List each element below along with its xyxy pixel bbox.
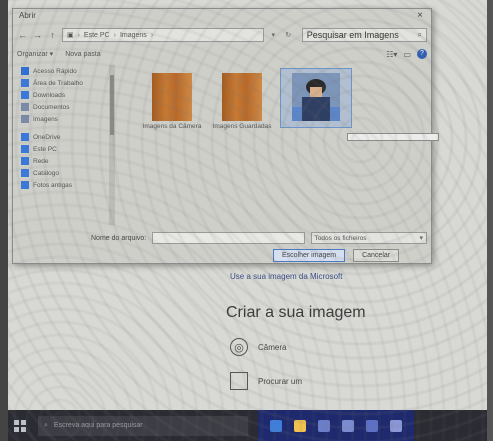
sidebar-item-label: Rede: [33, 157, 49, 165]
file-label: Imagens da Câmera: [142, 123, 202, 130]
sidebar-item[interactable]: Fotos antigas: [17, 179, 112, 191]
sidebar-item[interactable]: Imagens: [17, 113, 112, 125]
settings-icon[interactable]: [390, 419, 402, 432]
close-icon[interactable]: ×: [417, 9, 423, 23]
camera-icon: ◎: [230, 338, 248, 356]
browse-option-label: Procurar um: [258, 376, 303, 386]
sidebar-item[interactable]: Área de Trabalho: [17, 77, 112, 89]
sidebar-item-label: Documentos: [33, 103, 70, 111]
new-folder-button[interactable]: Nova pasta: [65, 51, 100, 58]
create-picture-heading: Criar a sua imagem: [226, 304, 366, 321]
sidebar-item-label: Acesso Rápido: [33, 67, 77, 75]
refresh-icon[interactable]: ↻: [283, 31, 294, 39]
preview-pane-icon[interactable]: ▭: [403, 50, 411, 59]
windows-start-icon[interactable]: [14, 419, 26, 432]
taskbar-pinned-apps: [258, 410, 414, 441]
file-item-camera-roll[interactable]: Imagens da Câmera: [137, 73, 207, 131]
sidebar-item[interactable]: Acesso Rápido: [17, 65, 112, 77]
store-icon[interactable]: [318, 419, 330, 432]
dialog-toolbar: Organizar ▾ Nova pasta ☷▾ ▭ ?: [17, 47, 427, 61]
documents-icon: [21, 103, 29, 111]
taskbar: ⌕ Escreva aqui para pesquisar: [0, 410, 493, 441]
this-pc-icon: [21, 145, 29, 153]
folder-thumbnail: [222, 73, 262, 121]
star-icon: [21, 67, 29, 75]
back-arrow-icon[interactable]: ←: [17, 30, 28, 40]
file-type-dropdown[interactable]: Todos os ficheiros: [310, 232, 427, 244]
browse-option[interactable]: Procurar um: [230, 372, 302, 390]
desktop-icon: [21, 79, 29, 87]
file-label: Imagens Guardadas: [212, 123, 272, 130]
organize-button[interactable]: Organizar ▾: [17, 50, 53, 58]
camera-option[interactable]: ◎ Câmera: [230, 338, 286, 356]
open-file-dialog: Abrir × ← → ↑ ▣ › Este PC › Imagens › ▾ …: [12, 8, 439, 264]
taskbar-search-input[interactable]: ⌕ Escreva aqui para pesquisar: [38, 415, 248, 436]
sidebar-item[interactable]: Documentos: [17, 101, 112, 113]
search-input[interactable]: Pesquisar em Imagens ⌕: [301, 28, 428, 42]
sidebar-item[interactable]: Downloads: [17, 89, 112, 101]
address-bar[interactable]: ▣ › Este PC › Imagens ›: [61, 28, 264, 42]
forward-arrow-icon[interactable]: →: [32, 30, 43, 40]
breadcrumb-pictures[interactable]: Imagens: [120, 32, 147, 39]
address-dropdown-icon[interactable]: ▾: [268, 31, 279, 39]
microsoft-account-link[interactable]: Use a sua imagem da Microsoft: [230, 272, 343, 281]
help-icon[interactable]: ?: [417, 49, 427, 59]
sidebar-item[interactable]: OneDrive: [17, 131, 112, 143]
filename-input[interactable]: [152, 232, 305, 244]
monitor-bezel-right: [487, 0, 493, 441]
file-item-saved-pictures[interactable]: Imagens Guardadas: [207, 73, 277, 131]
sidebar-item-label: Este PC: [33, 145, 57, 153]
sidebar-item[interactable]: Catálogo: [17, 167, 112, 179]
navigation-pane: Acesso Rápido Área de Trabalho Downloads Do…: [17, 65, 113, 225]
address-row: ← → ↑ ▣ › Este PC › Imagens › ▾ ↻ Pesqui…: [17, 27, 428, 43]
cancel-button[interactable]: Cancelar: [353, 249, 400, 262]
open-button[interactable]: Escolher imagem: [273, 249, 346, 262]
file-list: Imagens da Câmera Imagens Guardadas: [121, 65, 425, 225]
camera-option-label: Câmera: [258, 342, 287, 352]
download-icon: [21, 91, 29, 99]
file-item-image-selected[interactable]: [280, 68, 352, 128]
dialog-titlebar: Abrir ×: [13, 9, 431, 23]
sidebar-item-label: OneDrive: [33, 133, 61, 141]
sidebar-item[interactable]: Este PC: [17, 143, 112, 155]
explorer-icon[interactable]: [294, 419, 306, 432]
pictures-icon: [21, 115, 29, 123]
sidebar-item-label: Downloads: [33, 91, 66, 99]
up-arrow-icon[interactable]: ↑: [47, 30, 58, 40]
view-options-icon[interactable]: ☷▾: [386, 50, 397, 59]
image-thumbnail: [292, 73, 340, 121]
mail-icon[interactable]: [342, 419, 354, 432]
file-info-tooltip: [347, 133, 439, 141]
dialog-buttons: Escolher imagem Cancelar: [273, 249, 400, 262]
folder-thumbnail: [152, 73, 192, 121]
edge-icon[interactable]: [270, 419, 282, 432]
pc-icon: ▣: [66, 32, 74, 39]
search-icon: ⌕: [417, 30, 423, 39]
onedrive-icon: [21, 133, 29, 141]
breadcrumb-this-pc[interactable]: Este PC: [84, 32, 110, 39]
filename-label: Nome do arquivo:: [91, 234, 147, 242]
folder-icon: [21, 181, 29, 189]
search-placeholder: Pesquisar em Imagens: [306, 30, 399, 40]
sidebar-item-label: Área de Trabalho: [33, 79, 83, 87]
sidebar-item-label: Catálogo: [33, 169, 60, 177]
sidebar-item[interactable]: Rede: [17, 155, 112, 167]
filename-row: Nome do arquivo: Todos os ficheiros: [91, 231, 427, 245]
sidebar-item-label: Fotos antigas: [33, 181, 73, 189]
sidebar-item-label: Imagens: [33, 115, 58, 123]
dialog-title: Abrir: [19, 11, 36, 20]
monitor-bezel-left: [0, 0, 8, 441]
folder-icon: [21, 169, 29, 177]
browse-icon: [230, 372, 248, 390]
taskbar-search-placeholder: Escreva aqui para pesquisar: [53, 422, 143, 429]
nav-scroll-thumb[interactable]: [110, 75, 114, 135]
app-icon[interactable]: [366, 419, 378, 432]
nav-scrollbar[interactable]: [109, 65, 115, 225]
taskbar-search-icon: ⌕: [44, 421, 48, 429]
network-icon: [21, 157, 29, 165]
